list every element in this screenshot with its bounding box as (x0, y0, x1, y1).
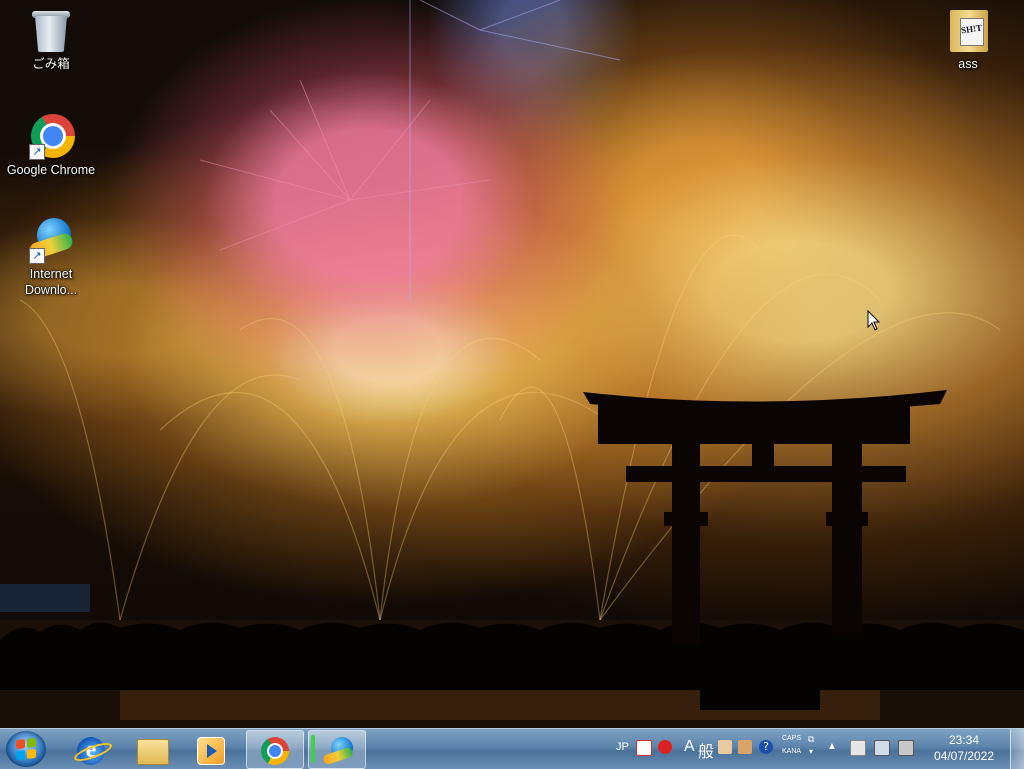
taskbar-button-media-player[interactable] (182, 730, 240, 769)
desktop-icon-folder-ass[interactable]: SH!T ass (922, 6, 1014, 72)
taskbar: e JP A 般 ? CAPS KANA ⧉ ▾ ▲ 23:34 04/07/2… (0, 728, 1024, 769)
ie-icon: e (77, 737, 105, 765)
clock[interactable]: 23:34 04/07/2022 (926, 732, 1002, 764)
taskbar-button-internet-explorer[interactable]: e (62, 730, 120, 769)
chrome-icon: ↗ (27, 112, 75, 160)
mouse-cursor-icon (867, 310, 881, 331)
shortcut-arrow-icon: ↗ (29, 144, 45, 160)
kana-indicator: KANA (782, 748, 802, 755)
media-player-icon (197, 737, 225, 765)
ime-properties-icon[interactable] (738, 740, 752, 754)
volume-muted-icon[interactable] (898, 740, 914, 756)
folder-icon: SH!T (944, 6, 992, 54)
ime-pad-icon[interactable] (636, 740, 652, 756)
taskbar-button-windows-explorer[interactable] (122, 730, 180, 769)
chrome-icon (261, 737, 289, 765)
wallpaper-art (0, 0, 1024, 728)
ime-tool-icon[interactable] (658, 740, 672, 754)
system-tray: JP A 般 ? CAPS KANA ⧉ ▾ ▲ 23:34 04/07/202… (612, 729, 1024, 769)
show-hidden-icons-icon[interactable]: ▲ (827, 741, 837, 752)
ime-dictionary-icon[interactable] (718, 740, 732, 754)
desktop-wallpaper (0, 0, 1024, 728)
windows-logo-icon (16, 737, 36, 761)
desktop-icon-label: Google Chrome (6, 163, 96, 177)
shortcut-arrow-icon: ↗ (29, 248, 45, 264)
taskbar-button-internet-download-manager[interactable] (308, 730, 366, 769)
action-center-flag-icon[interactable] (850, 740, 866, 756)
desktop-icon-recycle-bin[interactable]: ごみ箱 (5, 6, 97, 72)
ime-conversion-mode[interactable]: 般 (698, 738, 714, 762)
folder-icon (137, 739, 169, 765)
idm-icon: ↗ (27, 216, 75, 264)
help-icon[interactable]: ? (759, 740, 773, 754)
ime-menu-chevron-icon[interactable]: ▾ (809, 747, 813, 756)
ime-input-mode[interactable]: A (684, 738, 695, 756)
show-desktop-button[interactable] (1010, 729, 1024, 769)
language-indicator[interactable]: JP (616, 741, 629, 753)
network-icon[interactable] (874, 740, 890, 756)
recycle-bin-icon (27, 6, 75, 54)
download-progress-indicator (311, 735, 315, 763)
desktop-icon-internet-download-manager[interactable]: ↗ Internet Downlo... (5, 216, 97, 298)
caps-indicator: CAPS (782, 735, 802, 742)
desktop-icon-google-chrome[interactable]: ↗ Google Chrome (5, 112, 97, 178)
clock-date: 04/07/2022 (933, 749, 995, 763)
desktop-icon-label: Internet Downlo... (24, 267, 78, 297)
ime-restore-icon[interactable]: ⧉ (808, 734, 814, 745)
idm-icon (322, 737, 354, 766)
taskbar-button-google-chrome[interactable] (246, 730, 304, 769)
start-button[interactable] (6, 731, 46, 767)
desktop-icon-label: ass (958, 57, 978, 71)
desktop-icon-label: ごみ箱 (32, 57, 70, 71)
clock-time: 23:34 (948, 733, 980, 747)
